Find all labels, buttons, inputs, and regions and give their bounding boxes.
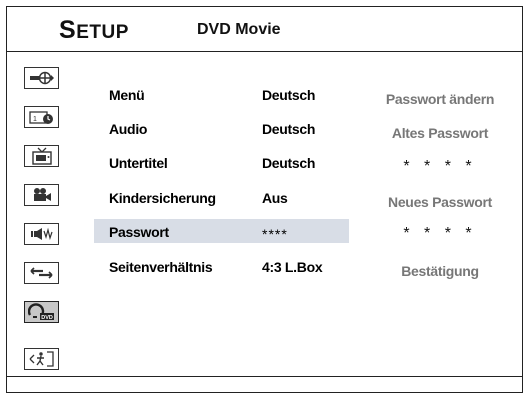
connection-setup-icon[interactable]	[24, 262, 59, 284]
general-setup-icon[interactable]	[24, 67, 59, 89]
aspect-ratio-value[interactable]: 4:3 L.Box	[262, 259, 323, 275]
menu-value[interactable]: Deutsch	[262, 87, 315, 103]
svg-text:1: 1	[33, 116, 37, 123]
password-label[interactable]: Passwort	[109, 224, 169, 240]
new-password-field[interactable]: * * * *	[375, 225, 505, 243]
page-title: SETUP	[59, 16, 129, 44]
old-password-label: Altes Passwort	[391, 125, 489, 141]
audio-label[interactable]: Audio	[109, 121, 147, 137]
exit-icon[interactable]	[24, 348, 59, 370]
new-password-label: Neues Passwort	[388, 194, 492, 210]
video-setup-icon[interactable]	[24, 184, 59, 206]
password-value[interactable]: ****	[262, 226, 288, 242]
parental-control-value[interactable]: Aus	[262, 190, 288, 206]
audio-setup-icon[interactable]	[24, 223, 59, 245]
subtitle-label[interactable]: Untertitel	[109, 155, 168, 171]
footer-divider	[7, 376, 522, 377]
old-password-field[interactable]: * * * *	[375, 158, 505, 176]
aspect-ratio-label[interactable]: Seitenverhältnis	[109, 259, 213, 275]
clock-setup-icon[interactable]: 1	[24, 106, 59, 128]
header: SETUP DVD Movie	[7, 7, 522, 52]
subtitle-value[interactable]: Deutsch	[262, 155, 315, 171]
disc-type-label: DVD Movie	[197, 21, 281, 38]
parental-control-label[interactable]: Kindersicherung	[109, 190, 216, 206]
svg-text:DVD: DVD	[41, 315, 53, 321]
tv-setup-icon[interactable]	[24, 145, 59, 167]
audio-value[interactable]: Deutsch	[262, 121, 315, 137]
menu-label[interactable]: Menü	[109, 87, 145, 103]
change-password-label: Passwort ändern	[385, 91, 495, 107]
dvd-setup-icon[interactable]: DVD	[24, 301, 59, 323]
confirm-password-label: Bestätigung	[401, 263, 479, 279]
setup-window: SETUP DVD Movie 1 DVD Menü Deutsch Audio…	[6, 6, 523, 393]
